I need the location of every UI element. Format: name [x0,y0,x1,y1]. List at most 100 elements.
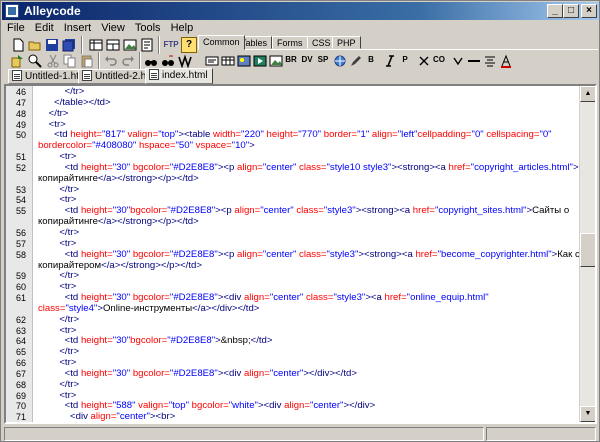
code-token: Сайты о [532,205,570,217]
tab-forms[interactable]: Forms [272,36,308,49]
code-area[interactable]: 46 </tr> 47 </table></td> 48 </tr> 49 <tr> 5… [6,87,581,422]
find-icon[interactable] [143,53,159,69]
save-icon[interactable] [44,37,60,53]
bold-tag-button[interactable]: B [366,53,376,67]
minimize-button[interactable]: _ [547,4,563,18]
doc-tab-label: index.html [162,70,208,81]
italic-icon[interactable] [382,53,398,67]
close-button[interactable]: × [581,4,597,18]
cut-icon[interactable] [45,53,61,69]
find-replace-icon[interactable] [160,53,176,69]
comment-tag-button[interactable]: CO [432,53,446,67]
code-line[interactable]: class="style4">Online-инструменты</a></d… [6,303,581,315]
code-token: align= [243,292,270,304]
paragraph-tag-button[interactable]: P [400,53,410,67]
code-line[interactable]: копирайтером</a></strong></p></td> [6,259,581,272]
nbsp-icon[interactable] [450,53,466,67]
code-token: ><div [257,400,285,412]
insert-form-icon[interactable] [204,53,220,67]
code-line[interactable]: копирайтинге</a></strong></p></td> [6,216,581,228]
upload-icon[interactable] [10,53,26,69]
pencil-icon[interactable] [348,53,364,67]
code-token: &nbsp; [220,335,251,347]
help-button[interactable]: ? [181,37,197,53]
code-editor[interactable]: 46 </tr> 47 </table></td> 48 </tr> 49 <tr> 5… [4,84,597,424]
code-line[interactable]: 68 </tr> [6,379,581,391]
menu-insert[interactable]: Insert [59,20,97,35]
edit-page-icon[interactable] [139,37,155,53]
insert-picture-icon[interactable] [268,53,284,67]
line-number: 55 [15,206,26,217]
line-number: 56 [15,227,26,238]
div-tag-button[interactable]: DV [300,53,314,67]
code-token: height= [80,161,113,173]
code-token: height= [80,205,113,217]
code-token: "10" [231,140,250,152]
code-line[interactable]: 59 </tr> [6,270,581,282]
code-token: bgcolor= [132,367,170,379]
code-line[interactable]: 47 </table></td> [6,97,581,109]
tab-common[interactable]: Common [198,35,245,50]
menu-file[interactable]: File [2,20,30,35]
font-color-icon[interactable] [498,53,514,68]
menu-edit[interactable]: Edit [30,20,59,35]
code-token: href= [415,248,438,260]
maximize-button[interactable]: □ [563,4,579,18]
menu-view[interactable]: View [96,20,130,35]
redo-icon[interactable] [120,53,136,69]
code-line[interactable]: 56 </tr> [6,227,581,239]
doc-tab-index[interactable]: index.html [145,68,213,84]
code-token: vspace= [195,140,232,152]
scroll-up-icon[interactable]: ▲ [580,86,595,102]
magnifier-icon[interactable] [27,53,43,69]
vertical-scrollbar[interactable]: ▲ ▼ [579,86,595,422]
menu-tools[interactable]: Tools [130,20,166,35]
spellcheck-icon[interactable] [177,53,193,69]
frames-icon[interactable] [105,37,121,53]
code-line[interactable]: копирайтинге</a></strong></p></td> [6,173,581,185]
open-folder-icon[interactable] [27,37,43,53]
code-token: align= [237,248,263,260]
new-file-icon[interactable] [10,37,26,53]
code-line[interactable]: 65 </tr> [6,346,581,358]
tab-php[interactable]: PHP [332,36,361,49]
title-bar[interactable]: Alleycode _ □ × [2,2,599,20]
br-tag-button[interactable]: BR [284,53,298,67]
table-icon[interactable] [88,37,104,53]
copy-icon[interactable] [62,53,78,69]
scroll-thumb[interactable] [580,233,595,267]
code-token: </a></strong></p></td> [101,259,202,271]
image-icon[interactable] [122,37,138,53]
undo-icon[interactable] [103,53,119,69]
insert-image-icon[interactable] [236,53,252,67]
menu-help[interactable]: Help [166,20,199,35]
code-line[interactable]: bordercolor="#408080" hspace="50" vspace… [6,140,581,152]
span-tag-button[interactable]: SP [316,53,330,67]
insert-link-icon[interactable] [332,53,348,67]
code-line[interactable]: 53 </tr> [6,184,581,196]
scroll-down-icon[interactable]: ▼ [580,406,595,422]
insert-media-icon[interactable] [252,53,268,67]
code-token: bgcolor= [130,205,168,217]
code-line[interactable]: 71 <div align="center"><br> [6,411,581,422]
code-token: align= [90,411,117,422]
tag-button-panel: BR DV SP B P CO [198,49,598,69]
save-all-icon[interactable] [61,37,77,53]
code-line[interactable]: 67 <td height="30" bgcolor="#D2E8E8"><di… [6,367,581,380]
ftp-button[interactable]: FTP [162,37,180,53]
code-line[interactable]: 64 <td height="30"bgcolor="#D2E8E8">&nbs… [6,335,581,347]
code-token: class= [299,248,327,260]
code-line[interactable]: 62 </tr> [6,314,581,326]
paste-icon[interactable] [79,53,95,69]
horizontal-rule-icon[interactable] [466,53,482,67]
align-icon[interactable] [482,53,498,67]
code-line[interactable]: 48 </tr> [6,108,581,120]
comment-icon[interactable] [416,53,432,67]
code-token: bgcolor= [191,400,229,412]
line-number: 46 [15,87,26,97]
code-token: "white" [228,400,258,412]
insert-table-icon[interactable] [220,53,236,67]
